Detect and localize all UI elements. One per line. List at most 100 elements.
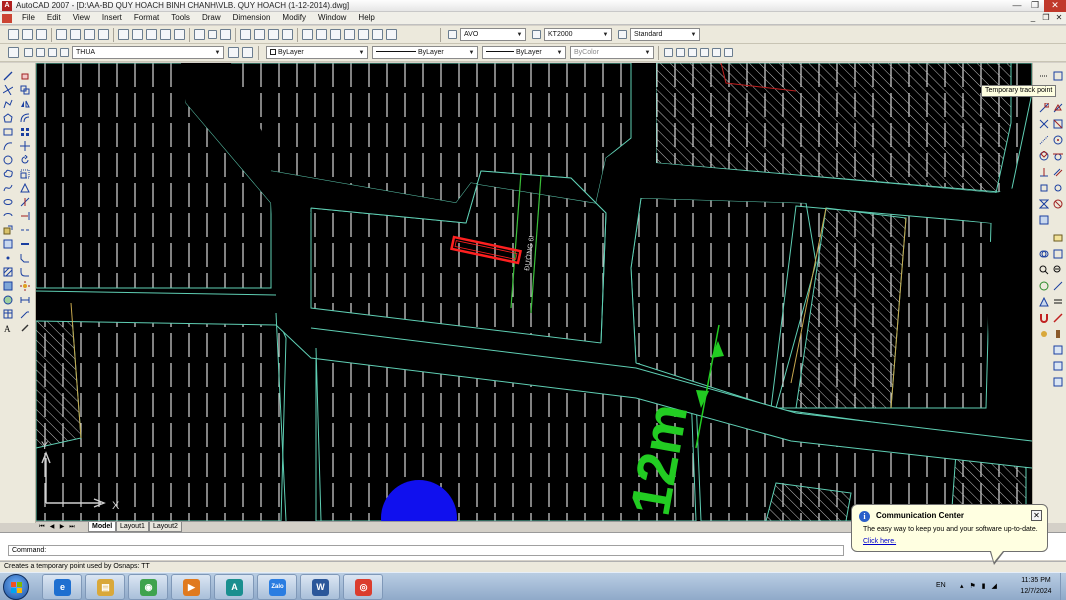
save-icon[interactable] — [36, 29, 47, 40]
taskbar-file-explorer-button[interactable]: ▤ — [85, 574, 125, 600]
snap-apparent-intersection-icon[interactable] — [1053, 119, 1063, 129]
scale-icon[interactable] — [20, 169, 30, 179]
tab-layout2[interactable]: Layout2 — [149, 522, 182, 532]
layer-previous-icon[interactable] — [242, 47, 253, 58]
drawing-svg[interactable]: ĐƯỜNG 6I 12m X Y — [36, 63, 1032, 521]
snap-endpoint-icon[interactable] — [1039, 103, 1049, 113]
undo-icon[interactable] — [194, 29, 205, 40]
clip-viewport-icon[interactable] — [700, 48, 709, 57]
taskbar-chrome-button[interactable]: ◎ — [343, 574, 383, 600]
arc-icon[interactable] — [3, 141, 13, 151]
balloon-close-button[interactable]: ✕ — [1031, 510, 1042, 521]
taskbar-autocad-button[interactable]: A — [214, 574, 254, 600]
viewport-icon[interactable] — [676, 48, 685, 57]
ellipse-arc-icon[interactable] — [3, 211, 13, 221]
region-icon[interactable] — [3, 295, 13, 305]
taskbar-zalo-button[interactable]: Zalo — [257, 574, 297, 600]
offset-icon[interactable] — [20, 113, 30, 123]
language-indicator[interactable]: EN — [936, 582, 946, 589]
plot-icon[interactable] — [56, 29, 67, 40]
snap-tangent-icon[interactable] — [1053, 151, 1063, 161]
design-center-icon[interactable] — [316, 29, 327, 40]
brush-icon[interactable] — [1053, 329, 1063, 339]
snap-center-icon[interactable] — [1053, 135, 1063, 145]
make-block-icon[interactable] — [3, 239, 13, 249]
hatch-icon[interactable] — [3, 267, 13, 277]
undo-dropdown-icon[interactable] — [208, 30, 217, 39]
array-icon[interactable] — [20, 127, 30, 137]
3d-orbit-icon[interactable] — [1039, 281, 1049, 291]
layer-manager-icon[interactable] — [8, 47, 19, 58]
mirror-icon[interactable] — [20, 99, 30, 109]
paste-icon[interactable] — [146, 29, 157, 40]
line-icon[interactable] — [3, 71, 13, 81]
3d-dwf-icon[interactable] — [98, 29, 109, 40]
make-current-layer-icon[interactable] — [228, 47, 239, 58]
gradient-icon[interactable] — [3, 281, 13, 291]
osnap-settings-icon[interactable] — [1039, 215, 1049, 225]
spray-icon[interactable] — [1039, 329, 1049, 339]
join-icon[interactable] — [20, 239, 30, 249]
dimension-style-dropdown[interactable]: KT2000 ▼ — [544, 28, 612, 41]
stretch-icon[interactable] — [20, 183, 30, 193]
rotate-icon[interactable] — [20, 155, 30, 165]
rectangle-icon[interactable] — [3, 127, 13, 137]
new-file-icon[interactable] — [8, 29, 19, 40]
snap-none-icon[interactable] — [1053, 199, 1063, 209]
taskbar-coccoc-browser-button[interactable]: ◉ — [128, 574, 168, 600]
break-icon[interactable] — [20, 225, 30, 235]
plotstyle-dropdown[interactable]: ByColor ▼ — [570, 46, 654, 59]
plot-preview-icon[interactable] — [70, 29, 81, 40]
display-viewport-icon[interactable] — [724, 48, 733, 57]
erase-icon[interactable] — [20, 71, 30, 81]
menu-format[interactable]: Format — [128, 12, 165, 24]
polyline-icon[interactable] — [3, 99, 13, 109]
block-editor-icon[interactable] — [174, 29, 185, 40]
zoom-previous-icon[interactable] — [282, 29, 293, 40]
zoom-in-icon[interactable] — [1053, 265, 1063, 275]
explode-icon[interactable] — [20, 281, 30, 291]
point-icon[interactable] — [3, 253, 13, 263]
text-style-dropdown[interactable]: AVO ▼ — [460, 28, 526, 41]
help-icon[interactable] — [386, 29, 397, 40]
tab-layout1[interactable]: Layout1 — [116, 522, 149, 532]
pan-icon[interactable] — [240, 29, 251, 40]
publish-icon[interactable] — [84, 29, 95, 40]
region-subtract-icon[interactable] — [1053, 249, 1063, 259]
menu-file[interactable]: File — [16, 12, 41, 24]
doc-minimize-button[interactable]: _ — [1028, 13, 1038, 23]
pen-icon[interactable] — [1053, 313, 1063, 323]
distance-icon[interactable] — [1053, 281, 1063, 291]
linetype-dropdown[interactable]: ByLayer ▼ — [372, 46, 478, 59]
polygon-icon[interactable] — [3, 113, 13, 123]
last-tab-button[interactable]: ⏭ — [68, 523, 76, 531]
lineweight-dropdown[interactable]: ByLayer ▼ — [482, 46, 566, 59]
dimension-icon[interactable] — [20, 295, 30, 305]
snap-midpoint-icon[interactable] — [1053, 103, 1063, 113]
maximize-button[interactable]: ❐ — [1026, 0, 1044, 12]
markup-set-icon[interactable] — [358, 29, 369, 40]
snap-insert-icon[interactable] — [1039, 183, 1049, 193]
properties-icon[interactable] — [302, 29, 313, 40]
taskbar-media-player-button[interactable]: ▶ — [171, 574, 211, 600]
chamfer-icon[interactable] — [20, 253, 30, 263]
layer-isolate-icon[interactable] — [1053, 233, 1063, 243]
trim-icon[interactable] — [20, 197, 30, 207]
quickcalc-icon[interactable] — [372, 29, 383, 40]
tray-icons[interactable]: ▴ ⚑ ▮ ◢ — [960, 582, 999, 590]
zoom-window-icon[interactable] — [268, 29, 279, 40]
menu-dimension[interactable]: Dimension — [227, 12, 277, 24]
taskbar-word-button[interactable]: W — [300, 574, 340, 600]
close-button[interactable]: ✕ — [1044, 0, 1066, 12]
command-line[interactable]: Command: — [8, 545, 844, 556]
publish-sheets-icon[interactable] — [1053, 377, 1063, 387]
revision-cloud-icon[interactable] — [3, 169, 13, 179]
zoom-extents-icon[interactable] — [1039, 265, 1049, 275]
spline-icon[interactable] — [3, 183, 13, 193]
snap-nearest-icon[interactable] — [1039, 199, 1049, 209]
clock-date[interactable]: 12/7/2024 — [1016, 588, 1056, 595]
menu-insert[interactable]: Insert — [96, 12, 128, 24]
clock-time[interactable]: 11:35 PM — [1016, 577, 1056, 584]
insert-block-icon[interactable] — [3, 225, 13, 235]
region-union-icon[interactable] — [1039, 249, 1049, 259]
